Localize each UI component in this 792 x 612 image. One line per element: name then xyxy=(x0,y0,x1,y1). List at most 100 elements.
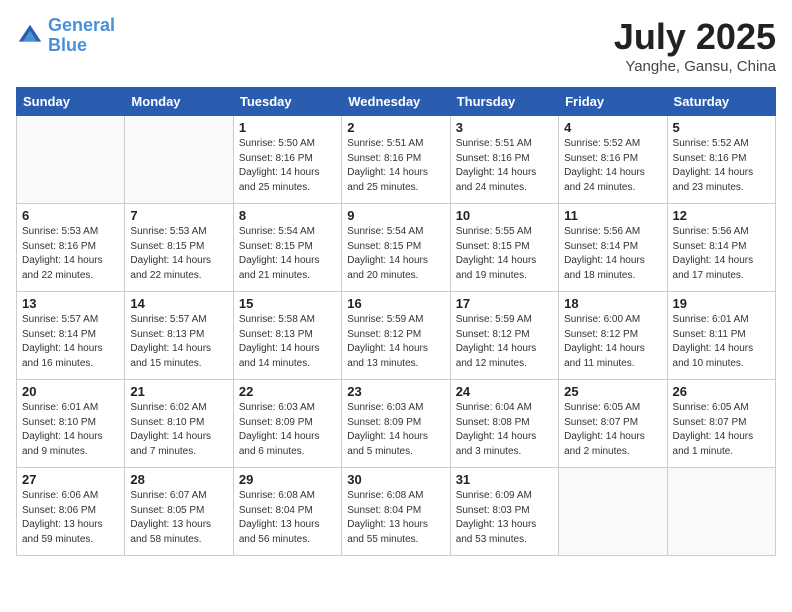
calendar-cell: 21 Sunrise: 6:02 AM Sunset: 8:10 PM Dayli… xyxy=(125,380,233,468)
calendar-cell: 31 Sunrise: 6:09 AM Sunset: 8:03 PM Dayli… xyxy=(450,468,558,556)
location-subtitle: Yanghe, Gansu, China xyxy=(614,58,776,75)
calendar-header-row: Sunday Monday Tuesday Wednesday Thursday… xyxy=(17,88,776,116)
day-info: Sunrise: 5:52 AM Sunset: 8:16 PM Dayligh… xyxy=(673,137,770,195)
calendar-cell: 7 Sunrise: 5:53 AM Sunset: 8:15 PM Daylig… xyxy=(125,204,233,292)
day-info: Sunrise: 6:08 AM Sunset: 8:04 PM Dayligh… xyxy=(239,489,336,547)
day-info: Sunrise: 5:57 AM Sunset: 8:13 PM Dayligh… xyxy=(130,313,227,371)
calendar-cell: 17Sunrise: 5:59 AM Sunset: 8:12 PM Dayli… xyxy=(450,292,558,380)
day-info: Sunrise: 6:02 AM Sunset: 8:10 PM Dayligh… xyxy=(130,401,227,459)
calendar-cell: 26Sunrise: 6:05 AM Sunset: 8:07 PM Dayli… xyxy=(667,380,775,468)
col-sunday: Sunday xyxy=(17,88,125,116)
day-number: 31 xyxy=(456,472,553,487)
calendar-week-4: 27 Sunrise: 6:06 AM Sunset: 8:06 PM Dayli… xyxy=(17,468,776,556)
calendar-cell xyxy=(559,468,667,556)
day-info: Sunrise: 5:58 AM Sunset: 8:13 PM Dayligh… xyxy=(239,313,336,371)
day-number: 14 xyxy=(130,296,227,311)
col-thursday: Thursday xyxy=(450,88,558,116)
day-info: Sunrise: 6:07 AM Sunset: 8:05 PM Dayligh… xyxy=(130,489,227,547)
calendar-cell: 23Sunrise: 6:03 AM Sunset: 8:09 PM Dayli… xyxy=(342,380,450,468)
calendar-cell xyxy=(17,116,125,204)
day-info: Sunrise: 5:56 AM Sunset: 8:14 PM Dayligh… xyxy=(564,225,661,283)
day-number: 11 xyxy=(564,208,661,223)
day-info: Sunrise: 6:09 AM Sunset: 8:03 PM Dayligh… xyxy=(456,489,553,547)
calendar-cell: 3 Sunrise: 5:51 AM Sunset: 8:16 PM Daylig… xyxy=(450,116,558,204)
day-number: 22 xyxy=(239,384,336,399)
calendar-cell: 2 Sunrise: 5:51 AM Sunset: 8:16 PM Daylig… xyxy=(342,116,450,204)
calendar-cell: 13 Sunrise: 5:57 AM Sunset: 8:14 PM Dayli… xyxy=(17,292,125,380)
calendar-cell: 19 Sunrise: 6:01 AM Sunset: 8:11 PM Dayli… xyxy=(667,292,775,380)
calendar-cell xyxy=(667,468,775,556)
day-number: 15 xyxy=(239,296,336,311)
calendar-cell: 1Sunrise: 5:50 AM Sunset: 8:16 PM Daylig… xyxy=(233,116,341,204)
calendar-cell: 9Sunrise: 5:54 AM Sunset: 8:15 PM Daylig… xyxy=(342,204,450,292)
day-number: 18 xyxy=(564,296,661,311)
calendar-cell: 4Sunrise: 5:52 AM Sunset: 8:16 PM Daylig… xyxy=(559,116,667,204)
day-info: Sunrise: 6:01 AM Sunset: 8:11 PM Dayligh… xyxy=(673,313,770,371)
day-number: 5 xyxy=(673,120,770,135)
day-number: 2 xyxy=(347,120,444,135)
day-number: 24 xyxy=(456,384,553,399)
calendar-cell: 15 Sunrise: 5:58 AM Sunset: 8:13 PM Dayli… xyxy=(233,292,341,380)
col-friday: Friday xyxy=(559,88,667,116)
day-number: 28 xyxy=(130,472,227,487)
col-wednesday: Wednesday xyxy=(342,88,450,116)
day-info: Sunrise: 5:56 AM Sunset: 8:14 PM Dayligh… xyxy=(673,225,770,283)
day-number: 9 xyxy=(347,208,444,223)
month-title: July 2025 xyxy=(614,16,776,58)
calendar-cell: 5 Sunrise: 5:52 AM Sunset: 8:16 PM Daylig… xyxy=(667,116,775,204)
day-info: Sunrise: 5:51 AM Sunset: 8:16 PM Dayligh… xyxy=(456,137,553,195)
day-number: 6 xyxy=(22,208,119,223)
title-block: July 2025 Yanghe, Gansu, China xyxy=(614,16,776,75)
day-info: Sunrise: 5:55 AM Sunset: 8:15 PM Dayligh… xyxy=(456,225,553,283)
logo-text: General Blue xyxy=(48,16,115,56)
calendar-cell: 30Sunrise: 6:08 AM Sunset: 8:04 PM Dayli… xyxy=(342,468,450,556)
calendar-cell: 6 Sunrise: 5:53 AM Sunset: 8:16 PM Daylig… xyxy=(17,204,125,292)
calendar-cell: 8 Sunrise: 5:54 AM Sunset: 8:15 PM Daylig… xyxy=(233,204,341,292)
calendar-cell: 10 Sunrise: 5:55 AM Sunset: 8:15 PM Dayli… xyxy=(450,204,558,292)
calendar-cell: 24 Sunrise: 6:04 AM Sunset: 8:08 PM Dayli… xyxy=(450,380,558,468)
calendar-week-0: 1Sunrise: 5:50 AM Sunset: 8:16 PM Daylig… xyxy=(17,116,776,204)
day-number: 1 xyxy=(239,120,336,135)
day-info: Sunrise: 6:05 AM Sunset: 8:07 PM Dayligh… xyxy=(673,401,770,459)
day-info: Sunrise: 5:57 AM Sunset: 8:14 PM Dayligh… xyxy=(22,313,119,371)
day-number: 19 xyxy=(673,296,770,311)
calendar-cell: 14 Sunrise: 5:57 AM Sunset: 8:13 PM Dayli… xyxy=(125,292,233,380)
day-number: 4 xyxy=(564,120,661,135)
day-number: 12 xyxy=(673,208,770,223)
day-number: 8 xyxy=(239,208,336,223)
day-number: 20 xyxy=(22,384,119,399)
calendar-cell xyxy=(125,116,233,204)
calendar-cell: 25Sunrise: 6:05 AM Sunset: 8:07 PM Dayli… xyxy=(559,380,667,468)
calendar-table: Sunday Monday Tuesday Wednesday Thursday… xyxy=(16,87,776,556)
day-number: 25 xyxy=(564,384,661,399)
day-info: Sunrise: 5:54 AM Sunset: 8:15 PM Dayligh… xyxy=(239,225,336,283)
day-info: Sunrise: 5:51 AM Sunset: 8:16 PM Dayligh… xyxy=(347,137,444,195)
page-header: General Blue July 2025 Yanghe, Gansu, Ch… xyxy=(16,16,776,75)
day-number: 7 xyxy=(130,208,227,223)
day-info: Sunrise: 5:53 AM Sunset: 8:16 PM Dayligh… xyxy=(22,225,119,283)
day-number: 3 xyxy=(456,120,553,135)
day-info: Sunrise: 6:06 AM Sunset: 8:06 PM Dayligh… xyxy=(22,489,119,547)
calendar-week-3: 20Sunrise: 6:01 AM Sunset: 8:10 PM Dayli… xyxy=(17,380,776,468)
calendar-cell: 27 Sunrise: 6:06 AM Sunset: 8:06 PM Dayli… xyxy=(17,468,125,556)
day-number: 10 xyxy=(456,208,553,223)
calendar-cell: 29 Sunrise: 6:08 AM Sunset: 8:04 PM Dayli… xyxy=(233,468,341,556)
day-info: Sunrise: 5:53 AM Sunset: 8:15 PM Dayligh… xyxy=(130,225,227,283)
calendar-cell: 11 Sunrise: 5:56 AM Sunset: 8:14 PM Dayli… xyxy=(559,204,667,292)
calendar-week-1: 6 Sunrise: 5:53 AM Sunset: 8:16 PM Daylig… xyxy=(17,204,776,292)
day-number: 21 xyxy=(130,384,227,399)
calendar-cell: 18 Sunrise: 6:00 AM Sunset: 8:12 PM Dayli… xyxy=(559,292,667,380)
day-number: 13 xyxy=(22,296,119,311)
day-number: 29 xyxy=(239,472,336,487)
col-saturday: Saturday xyxy=(667,88,775,116)
day-number: 30 xyxy=(347,472,444,487)
day-info: Sunrise: 6:00 AM Sunset: 8:12 PM Dayligh… xyxy=(564,313,661,371)
logo: General Blue xyxy=(16,16,115,56)
day-number: 27 xyxy=(22,472,119,487)
day-info: Sunrise: 5:59 AM Sunset: 8:12 PM Dayligh… xyxy=(456,313,553,371)
calendar-cell: 28 Sunrise: 6:07 AM Sunset: 8:05 PM Dayli… xyxy=(125,468,233,556)
calendar-cell: 20Sunrise: 6:01 AM Sunset: 8:10 PM Dayli… xyxy=(17,380,125,468)
day-info: Sunrise: 6:04 AM Sunset: 8:08 PM Dayligh… xyxy=(456,401,553,459)
col-tuesday: Tuesday xyxy=(233,88,341,116)
calendar-cell: 12 Sunrise: 5:56 AM Sunset: 8:14 PM Dayli… xyxy=(667,204,775,292)
